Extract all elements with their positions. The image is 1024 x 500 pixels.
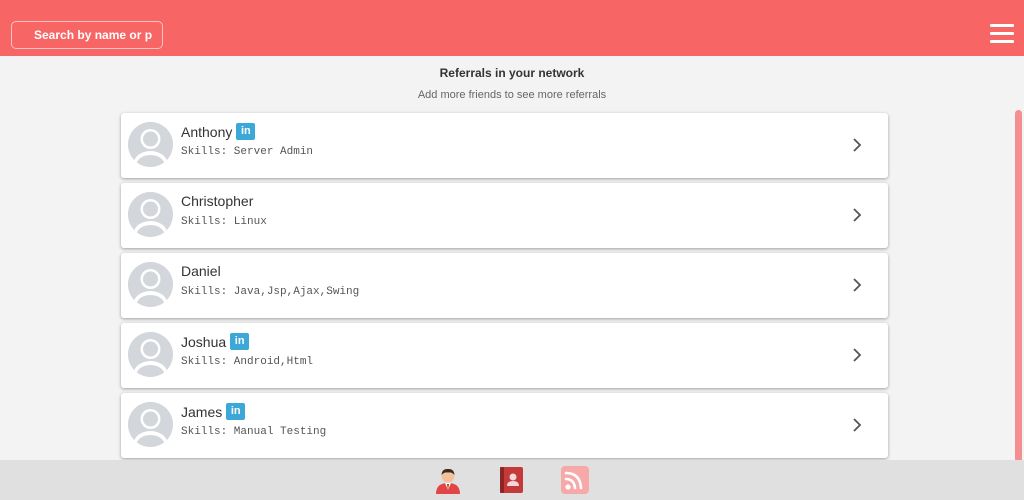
- hamburger-menu-icon[interactable]: [990, 24, 1014, 46]
- contact-book-icon[interactable]: [497, 466, 527, 494]
- page-title: Referrals in your network: [439, 66, 585, 80]
- page-subtitle: Add more friends to see more referrals: [417, 89, 607, 101]
- name-row: James in: [181, 403, 246, 420]
- avatar-placeholder-icon: [128, 122, 173, 167]
- linkedin-icon: in: [226, 403, 246, 420]
- referral-name: Christopher: [181, 193, 254, 209]
- person-icon[interactable]: [433, 466, 463, 494]
- referral-card[interactable]: James in Skills: Manual Testing: [121, 393, 888, 458]
- name-row: Anthony in: [181, 123, 256, 140]
- name-row: Christopher: [181, 193, 253, 209]
- chevron-right-icon[interactable]: [852, 348, 862, 362]
- chevron-right-icon[interactable]: [852, 418, 862, 432]
- linkedin-icon: in: [230, 333, 250, 350]
- referral-card[interactable]: Christopher Skills: Linux: [121, 183, 888, 248]
- chevron-right-icon[interactable]: [852, 278, 862, 292]
- referral-skills: Skills: Server Admin: [181, 146, 314, 158]
- referral-card[interactable]: Anthony in Skills: Server Admin: [121, 113, 888, 178]
- scrollbar[interactable]: [1015, 110, 1022, 462]
- rss-feed-icon[interactable]: [560, 466, 590, 494]
- referral-name: Anthony: [181, 123, 233, 140]
- bottom-tab-bar: [0, 460, 1024, 500]
- referral-skills: Skills: Android,Html: [181, 356, 314, 368]
- referral-list: Anthony in Skills: Server Admin Christop…: [121, 113, 888, 463]
- linkedin-icon: in: [236, 123, 256, 140]
- referral-card[interactable]: Daniel Skills: Java,Jsp,Ajax,Swing: [121, 253, 888, 318]
- name-row: Daniel: [181, 263, 221, 279]
- referral-name: Joshua: [181, 333, 227, 350]
- avatar-placeholder-icon: [128, 262, 173, 307]
- top-bar: [0, 0, 1024, 56]
- referral-skills: Skills: Java,Jsp,Ajax,Swing: [181, 286, 360, 298]
- name-row: Joshua in: [181, 333, 250, 350]
- referral-name: Daniel: [181, 263, 221, 279]
- chevron-right-icon[interactable]: [852, 208, 862, 222]
- referral-card[interactable]: Joshua in Skills: Android,Html: [121, 323, 888, 388]
- chevron-right-icon[interactable]: [852, 138, 862, 152]
- avatar-placeholder-icon: [128, 402, 173, 447]
- avatar-placeholder-icon: [128, 192, 173, 237]
- referral-skills: Skills: Linux: [181, 216, 267, 228]
- avatar-placeholder-icon: [128, 332, 173, 377]
- search-input[interactable]: [11, 21, 163, 49]
- referral-name: James: [181, 403, 223, 420]
- referral-skills: Skills: Manual Testing: [181, 426, 327, 438]
